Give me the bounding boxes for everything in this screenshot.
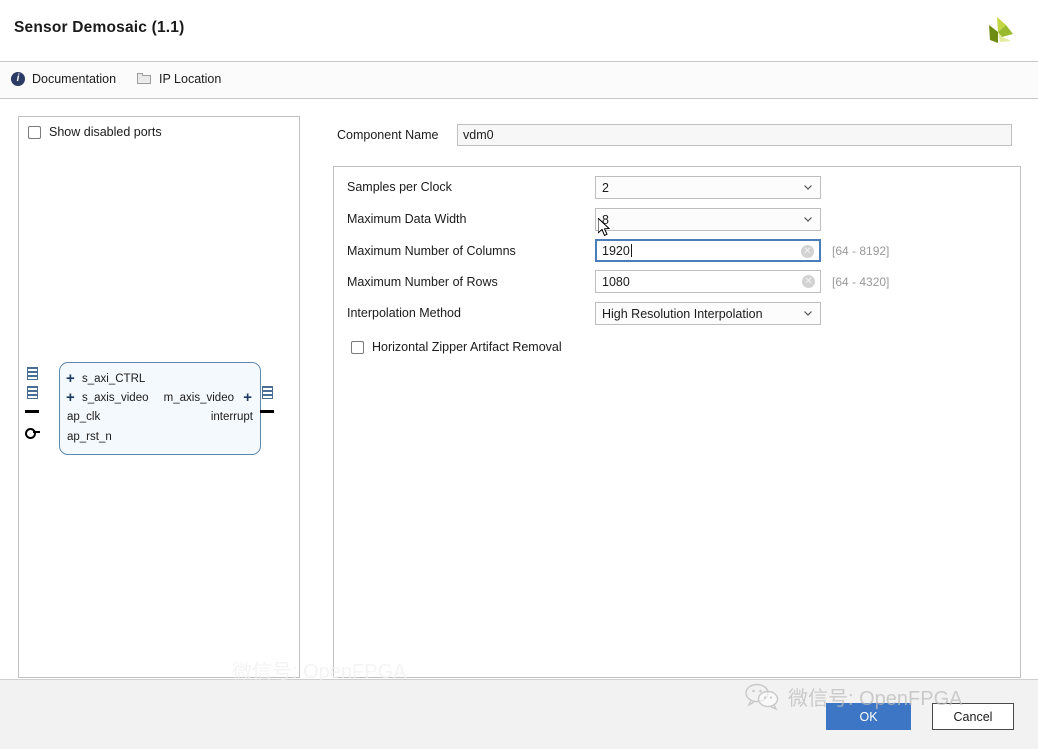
port-diagram-panel: Show disabled ports + s_axi_CTRL + s_axi… — [18, 116, 300, 678]
ip-location-link[interactable]: IP Location — [137, 72, 221, 86]
clear-rows-icon[interactable]: ✕ — [802, 275, 815, 288]
clear-columns-icon[interactable]: ✕ — [801, 245, 814, 258]
interpolation-method-label: Interpolation Method — [347, 306, 461, 320]
show-disabled-ports-row[interactable]: Show disabled ports — [28, 125, 162, 139]
text-caret — [630, 244, 632, 257]
info-icon: i — [11, 72, 25, 86]
expand-s-axi-ctrl-icon[interactable]: + — [66, 371, 75, 386]
zipper-removal-label: Horizontal Zipper Artifact Removal — [372, 340, 562, 354]
bus-stub-s-axi-ctrl-icon — [27, 367, 38, 380]
maximum-data-width-label: Maximum Data Width — [347, 212, 467, 226]
ok-button[interactable]: OK — [826, 703, 911, 730]
maximum-columns-input[interactable]: 1920 ✕ — [595, 239, 821, 262]
show-disabled-ports-label: Show disabled ports — [49, 125, 162, 139]
documentation-label: Documentation — [32, 72, 117, 86]
zipper-removal-row[interactable]: Horizontal Zipper Artifact Removal — [351, 340, 562, 354]
bus-stub-m-axis-video-icon — [262, 386, 273, 399]
component-name-label: Component Name — [337, 128, 439, 142]
maximum-rows-hint: [64 - 4320] — [832, 275, 890, 289]
maximum-rows-label: Maximum Number of Rows — [347, 275, 498, 289]
expand-s-axis-video-icon[interactable]: + — [66, 390, 75, 405]
maximum-data-width-value: 8 — [602, 213, 609, 227]
pin-ap-rst-n-icon — [25, 428, 36, 439]
pin-ap-rst-n-line-icon — [33, 431, 40, 433]
port-interrupt: interrupt — [210, 411, 253, 423]
component-name-input[interactable]: vdm0 — [457, 124, 1012, 146]
port-ap-clk: ap_clk — [67, 411, 101, 423]
samples-per-clock-value: 2 — [602, 181, 609, 195]
maximum-columns-label: Maximum Number of Columns — [347, 244, 516, 258]
maximum-data-width-select[interactable]: 8 — [595, 208, 821, 231]
title-bar: Sensor Demosaic (1.1) — [0, 0, 1038, 62]
samples-per-clock-select[interactable]: 2 — [595, 176, 821, 199]
interpolation-method-select[interactable]: High Resolution Interpolation — [595, 302, 821, 325]
bus-stub-s-axis-video-icon — [27, 386, 38, 399]
page-title: Sensor Demosaic (1.1) — [14, 19, 185, 36]
documentation-link[interactable]: i Documentation — [11, 72, 116, 86]
cancel-button[interactable]: Cancel — [932, 703, 1014, 730]
chevron-down-icon — [804, 311, 812, 316]
pinwheel-logo-icon — [978, 12, 1018, 52]
maximum-columns-hint: [64 - 8192] — [832, 244, 890, 258]
maximum-rows-value: 1080 — [602, 275, 630, 289]
ip-location-label: IP Location — [159, 72, 222, 86]
show-disabled-ports-checkbox[interactable] — [28, 125, 41, 139]
port-s-axis-video: s_axis_video — [82, 392, 149, 404]
port-m-axis-video: m_axis_video — [163, 392, 234, 404]
chevron-down-icon — [804, 185, 812, 190]
chevron-down-icon — [804, 217, 812, 222]
pin-interrupt-icon — [260, 410, 274, 413]
maximum-rows-input[interactable]: 1080 ✕ — [595, 270, 821, 293]
pin-ap-clk-icon — [25, 410, 39, 413]
folder-icon — [137, 73, 152, 85]
maximum-columns-value: 1920 — [602, 244, 630, 258]
port-ap-rst-n: ap_rst_n — [67, 431, 112, 443]
samples-per-clock-label: Samples per Clock — [347, 180, 452, 194]
ip-block-symbol: + s_axi_CTRL + s_axis_video ap_clk ap_rs… — [59, 362, 261, 455]
interpolation-method-value: High Resolution Interpolation — [602, 307, 763, 321]
expand-m-axis-video-icon[interactable]: + — [243, 390, 252, 405]
ip-customize-dialog: Sensor Demosaic (1.1) i Documentation IP… — [0, 0, 1038, 749]
port-s-axi-ctrl: s_axi_CTRL — [82, 373, 146, 385]
zipper-removal-checkbox[interactable] — [351, 340, 364, 354]
toolbar: i Documentation IP Location — [0, 62, 1038, 99]
